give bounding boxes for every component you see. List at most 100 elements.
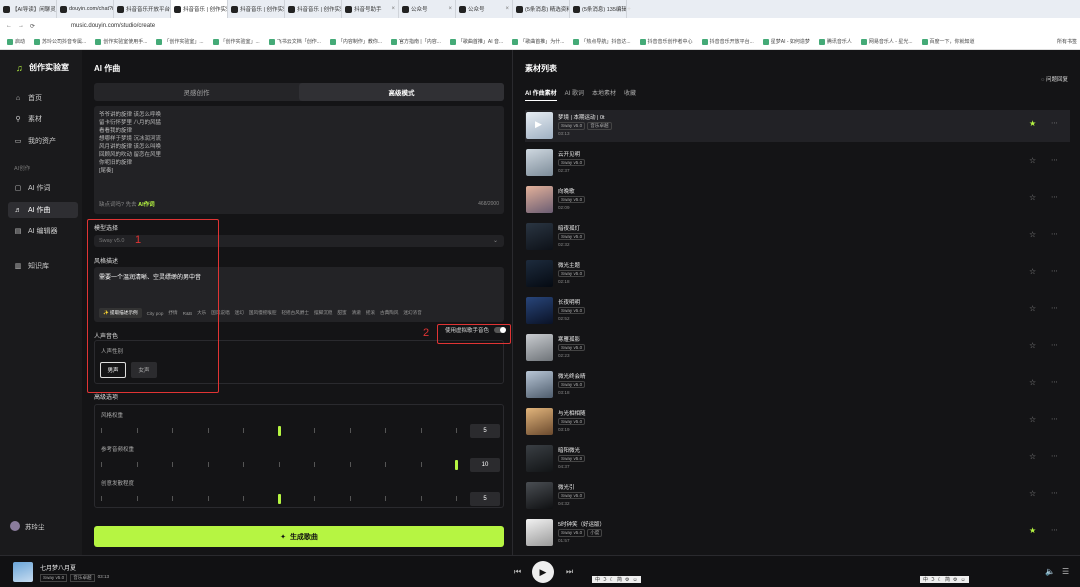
style-tag-chip[interactable]: 古典陶风 [380,310,398,316]
list-item[interactable]: 向晚歌 Sway v5.0 02:09 ☆ ⋯ [525,184,1070,216]
more-icon[interactable]: ⋯ [1051,415,1058,423]
more-icon[interactable]: ⋯ [1051,156,1058,164]
other-bookmarks[interactable]: 所有书签 [1054,38,1080,45]
song-cover[interactable] [526,149,553,176]
volume-icon[interactable]: 🔈 [1045,567,1055,576]
more-icon[interactable]: ⋯ [1051,378,1058,386]
style-tag-chip[interactable]: 甜蜜 [337,310,346,316]
list-item[interactable]: 微光终会晴 Sway v5.0 03:18 ☆ ⋯ [525,369,1070,401]
song-cover[interactable] [526,334,553,361]
star-icon[interactable]: ☆ [1029,156,1036,165]
bookmark-item[interactable]: 「歌曲首推」AI 音... [447,38,506,45]
bookmark-item[interactable]: 创作实验室使用手... [92,38,150,45]
user-profile[interactable]: 苏玲尘 [10,521,45,531]
slider-value-input[interactable]: 5 [470,424,500,438]
browser-tab[interactable]: 抖音音乐 | 创作实验室× [171,0,228,18]
nav-home[interactable]: ⌂ 首页 [8,90,78,106]
bookmark-item[interactable]: 「歌曲首推」为什... [509,38,567,45]
song-cover[interactable] [526,186,553,213]
nav-assets[interactable]: ▭ 我的资产 [8,133,78,149]
star-icon[interactable]: ☆ [1029,452,1036,461]
list-item[interactable]: 微光主题 Sway v5.0 02:18 ☆ ⋯ [525,258,1070,290]
more-icon[interactable]: ⋯ [1051,267,1058,275]
bookmark-item[interactable]: 官方指南 |「内容... [388,38,444,45]
star-icon[interactable]: ☆ [1029,489,1036,498]
url-text[interactable]: music.douyin.com/studio/create [71,23,155,29]
slider-thumb[interactable] [277,494,281,504]
browser-tab[interactable]: 公众号 × [456,0,513,18]
close-icon[interactable]: × [391,6,395,12]
tab-inspire[interactable]: 灵感创作 [94,83,299,101]
style-tag-chip[interactable]: 摇滚 [366,310,375,316]
list-item[interactable]: 寒雁孤影 Sway v5.0 02:23 ☆ ⋯ [525,332,1070,364]
star-icon[interactable]: ☆ [1029,230,1036,239]
browser-tab[interactable]: (5条消息) 135编辑器引× [570,0,627,18]
slider-track[interactable] [101,460,461,470]
star-icon[interactable]: ★ [1029,526,1036,535]
song-cover[interactable] [526,260,553,287]
bookmark-item[interactable]: 「热点导航」抖音达... [570,38,633,45]
style-tag-chip[interactable]: 摆脚沉稳 [314,310,332,316]
more-icon[interactable]: ⋯ [1051,341,1058,349]
close-icon[interactable]: × [505,6,509,12]
song-cover[interactable] [526,445,553,472]
style-tag-chip[interactable]: 轻摇古风爵士 [281,310,309,316]
slider-thumb[interactable] [277,426,281,436]
library-tab[interactable]: 本地素材 [592,88,616,101]
song-cover[interactable] [526,519,553,546]
nav-material[interactable]: ⚲ 素材 [8,111,78,127]
close-icon[interactable]: × [448,6,452,12]
song-cover[interactable] [526,297,553,324]
list-item[interactable]: 暗阳微光 Sway v5.0 04:37 ☆ ⋯ [525,443,1070,475]
app-logo[interactable]: ♫ 创作实验室 [16,62,69,73]
play-button[interactable]: ▶ [532,561,554,583]
slider-value-input[interactable]: 10 [470,458,500,472]
star-icon[interactable]: ☆ [1029,304,1036,313]
list-item[interactable]: ▶ 梦境 | 本期运动 | 0t Sway v5.0 音乐卓越 03:13 ★ ⋯ [525,110,1070,142]
song-cover[interactable] [526,408,553,435]
browser-tab[interactable]: 抖音音乐 | 创作实验× [285,0,342,18]
list-item[interactable]: 长夜明明 Sway v5.0 02:52 ☆ ⋯ [525,295,1070,327]
list-item[interactable]: 暗夜孤灯 Sway v5.0 02:32 ☆ ⋯ [525,221,1070,253]
bookmark-item[interactable]: 飞书云文档「创作... [266,38,324,45]
bookmark-item[interactable]: 启动 [4,38,28,45]
more-icon[interactable]: ⋯ [1051,526,1058,534]
more-icon[interactable]: ⋯ [1051,489,1058,497]
browser-tab[interactable]: (5条消息) 精选资料-13× [513,0,570,18]
player-cover[interactable] [13,562,33,582]
bookmark-item[interactable]: 抖音音乐开放平台... [699,38,757,45]
bookmark-item[interactable]: 网易音乐人 - 星光... [858,38,916,45]
style-tag-chip[interactable]: 迷幻浓音 [403,310,421,316]
nav-ai-compose[interactable]: ♬ AI 作曲 [8,202,78,218]
feedback-link[interactable]: ◌ 问题回复 [1041,75,1068,83]
tab-advanced[interactable]: 高级模式 [299,83,504,101]
bookmark-item[interactable]: 「创作实验室」... [153,38,206,45]
slider-thumb[interactable] [455,460,458,470]
song-cover[interactable] [526,482,553,509]
back-icon[interactable]: ← [6,23,12,29]
list-item[interactable]: 与光相相随 Sway v5.0 03:19 ☆ ⋯ [525,406,1070,438]
browser-tab[interactable]: douyin.com/chat?isP× [57,0,114,18]
star-icon[interactable]: ☆ [1029,193,1036,202]
browser-tab[interactable]: 【AI导读】闲聊灵杂谈× [0,0,57,18]
star-icon[interactable]: ☆ [1029,378,1036,387]
star-icon[interactable]: ☆ [1029,341,1036,350]
nav-ai-editor[interactable]: ▤ AI 编辑器 [8,223,78,239]
browser-tab[interactable]: 抖音音乐 | 创作实验× [228,0,285,18]
star-icon[interactable]: ☆ [1029,415,1036,424]
list-item[interactable]: 微光引 Sway v5.0 04:32 ☆ ⋯ [525,480,1070,512]
star-icon[interactable]: ★ [1029,119,1036,128]
bookmark-item[interactable]: 「内容制作」教你... [327,38,385,45]
slider-value-input[interactable]: 5 [470,492,500,506]
star-icon[interactable]: ☆ [1029,267,1036,276]
list-item[interactable]: 云开见明 Sway v5.0 02:37 ☆ ⋯ [525,147,1070,179]
forward-icon[interactable]: → [18,23,24,29]
browser-tab[interactable]: 抖音号助手 × [342,0,399,18]
lyrics-textarea[interactable]: 爷爷讲的旋律 该怎么呼唤 留卡衍怀梦里 八月的风猛 看看我的旋律 想哪样于梦境 沉冰润… [94,106,504,214]
browser-tab[interactable]: 公众号 × [399,0,456,18]
nav-ai-lyrics[interactable]: ▢ AI 作词 [8,180,78,196]
more-icon[interactable]: ⋯ [1051,304,1058,312]
bookmark-item[interactable]: 苏玲公司抖音专属... [31,38,89,45]
nav-knowledge[interactable]: ▥ 知识库 [8,258,78,274]
queue-icon[interactable]: ☰ [1062,567,1069,576]
